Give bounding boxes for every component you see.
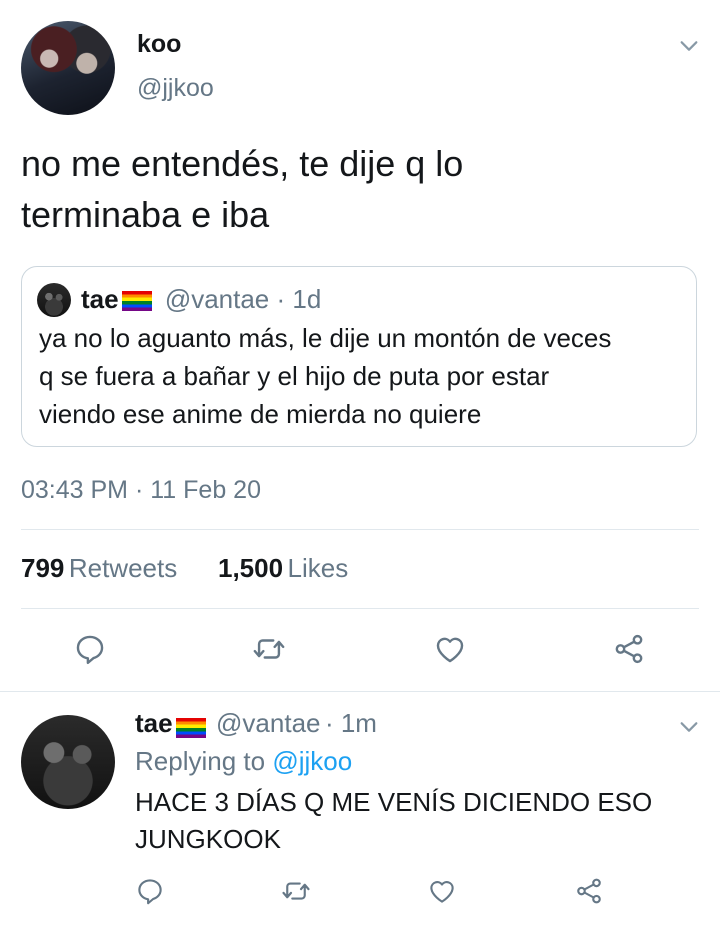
retweets-stat[interactable]: 799 Retweets — [21, 553, 177, 584]
tweet-time: 03:43 PM — [21, 476, 129, 504]
tweet-date: · 11 Feb 20 — [134, 476, 261, 504]
like-icon — [436, 637, 464, 663]
reply-age: · 1m — [324, 708, 377, 738]
chevron-down-icon[interactable] — [678, 716, 700, 738]
retweet-icon — [253, 639, 285, 659]
replying-handle-link[interactable]: @jjkoo — [272, 746, 352, 776]
quote-text-line: q se fuera a bañar y el hijo de puta por… — [39, 361, 550, 391]
divider — [21, 608, 699, 609]
tweet-text-line: no me entendés, te dije q lo — [21, 143, 464, 184]
retweet-icon — [282, 882, 310, 900]
likes-count: 1,500 — [218, 553, 284, 583]
chevron-down-icon[interactable] — [678, 35, 700, 57]
author-avatar[interactable] — [21, 21, 115, 115]
reply-author-avatar[interactable] — [21, 715, 115, 809]
quote-author-name: tae — [81, 284, 119, 314]
retweet-button[interactable] — [281, 876, 311, 906]
retweet-button[interactable] — [252, 632, 286, 666]
share-icon — [577, 878, 601, 904]
author-name[interactable]: koo — [137, 30, 181, 59]
rainbow-flag-icon — [121, 291, 152, 312]
tweet-timestamp: 03:43 PM · 11 Feb 20 — [21, 476, 261, 505]
divider — [21, 529, 699, 530]
like-button[interactable] — [433, 632, 467, 666]
replying-prefix: Replying to — [135, 746, 266, 776]
reply-author-name[interactable]: tae — [135, 708, 173, 738]
retweets-count: 799 — [21, 553, 65, 583]
share-button[interactable] — [612, 632, 646, 666]
rainbow-flag-icon — [175, 717, 206, 738]
like-icon — [430, 881, 454, 903]
share-icon — [615, 634, 643, 664]
quote-age: · 1d — [276, 284, 322, 314]
reply-icon — [138, 879, 162, 905]
replying-to: Replying to @jjkoo — [135, 746, 352, 777]
likes-stat[interactable]: 1,500 Likes — [218, 553, 348, 584]
reply-icon — [76, 635, 104, 665]
reply-button[interactable] — [73, 632, 107, 666]
like-button[interactable] — [427, 876, 457, 906]
quote-text-line: viendo ese anime de mierda no quiere — [39, 399, 482, 429]
quote-author-handle: @vantae — [164, 284, 270, 314]
reply-author-handle[interactable]: @vantae — [216, 708, 320, 738]
quoted-tweet[interactable]: tae @vantae · 1d ya no lo aguanto más, l… — [21, 266, 697, 447]
quote-text-line: ya no lo aguanto más, le dije un montón … — [39, 323, 612, 353]
quote-avatar — [37, 283, 71, 317]
author-handle[interactable]: @jjkoo — [137, 74, 214, 103]
reply-text-line: JUNGKOOK — [135, 824, 281, 854]
reply-text-line: HACE 3 DÍAS Q ME VENÍS DICIENDO ESO — [135, 787, 653, 817]
retweets-label: Retweets — [68, 553, 178, 583]
divider — [0, 691, 720, 692]
share-button[interactable] — [574, 876, 604, 906]
likes-label: Likes — [287, 553, 349, 583]
tweet-text-line: terminaba e iba — [21, 194, 270, 235]
reply-button[interactable] — [135, 876, 165, 906]
